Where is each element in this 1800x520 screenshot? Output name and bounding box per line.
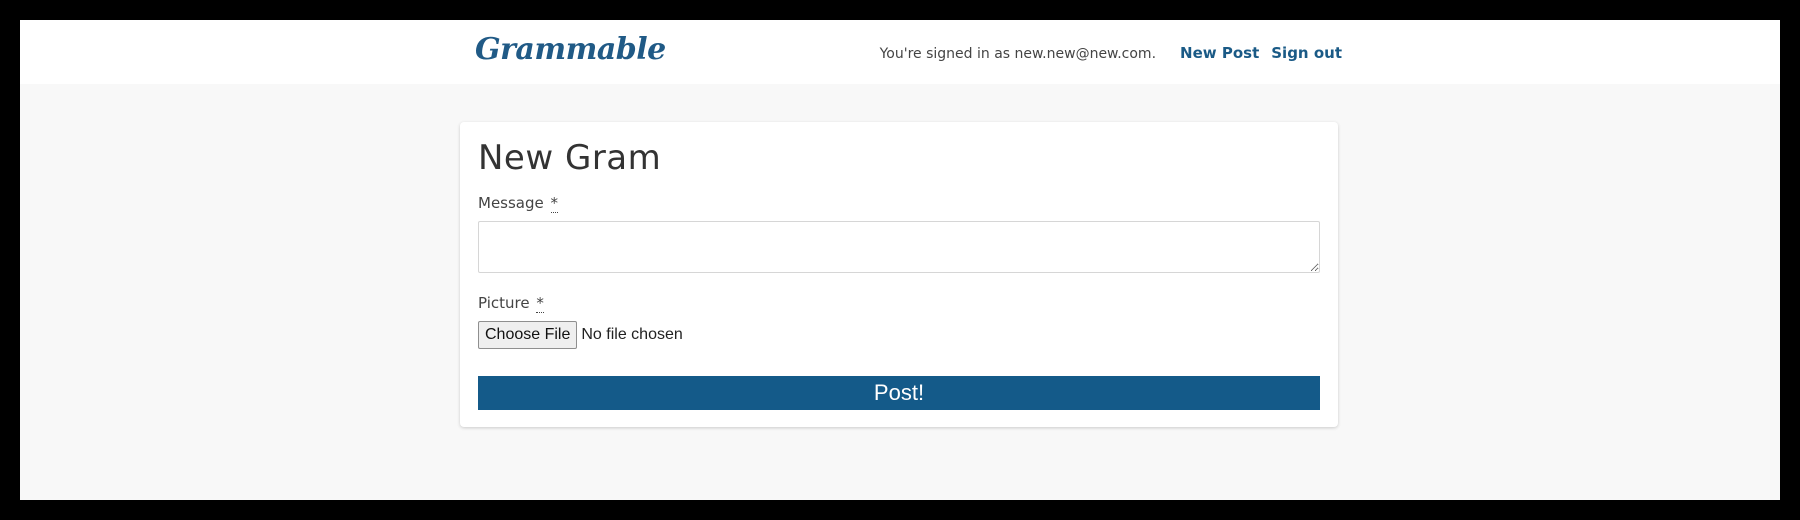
navbar-user-area: You're signed in as new.new@new.com. New…: [880, 44, 1342, 62]
message-label: Message *: [478, 194, 559, 213]
post-submit-button[interactable]: Post!: [478, 376, 1320, 410]
sign-out-link[interactable]: Sign out: [1271, 44, 1342, 62]
navbar: Grammable You're signed in as new.new@ne…: [20, 20, 1780, 84]
message-input[interactable]: [478, 221, 1320, 273]
new-gram-card: New Gram Message * Picture * Choose File…: [460, 122, 1338, 427]
page-title: New Gram: [478, 138, 662, 178]
file-status-text: No file chosen: [581, 326, 683, 343]
required-marker: *: [536, 294, 544, 313]
new-post-link[interactable]: New Post: [1180, 44, 1259, 62]
picture-file-input: Choose File No file chosen: [478, 321, 683, 349]
required-marker: *: [550, 194, 559, 213]
browser-viewport: Grammable You're signed in as new.new@ne…: [20, 20, 1780, 500]
brand-logo[interactable]: Grammable: [475, 32, 666, 67]
picture-label: Picture *: [478, 294, 544, 313]
picture-label-text: Picture: [478, 294, 530, 312]
message-label-text: Message: [478, 194, 544, 212]
choose-file-button[interactable]: Choose File: [478, 321, 578, 349]
signed-in-status: You're signed in as new.new@new.com.: [879, 46, 1157, 62]
